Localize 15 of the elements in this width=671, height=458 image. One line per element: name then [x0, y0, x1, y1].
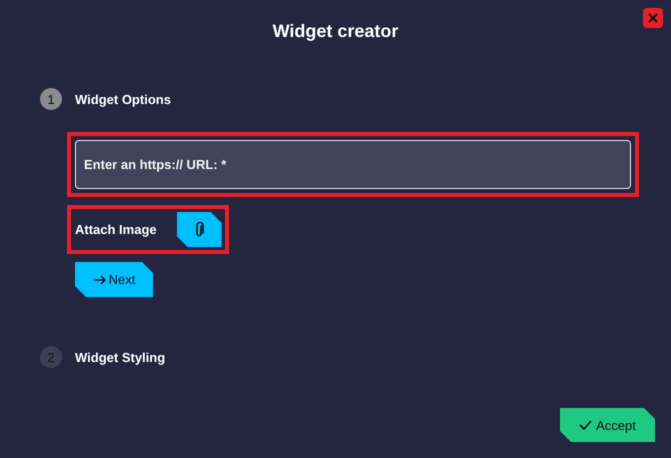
next-button[interactable]: Next — [75, 262, 153, 297]
accept-button[interactable]: Accept — [560, 408, 655, 442]
step-number: 2 — [40, 346, 62, 368]
arrow-right-icon — [92, 274, 106, 284]
paperclip-icon — [194, 222, 204, 238]
attach-image-label: Attach Image — [75, 222, 157, 237]
dialog-title: Widget creator — [272, 21, 400, 43]
close-button[interactable] — [643, 8, 663, 28]
step-number: 1 — [40, 88, 62, 110]
step-title: Widget Options — [75, 92, 171, 106]
checkmark-icon — [579, 420, 592, 430]
attach-button[interactable] — [176, 212, 222, 247]
url-field[interactable]: Enter an https:// URL: * — [75, 140, 631, 189]
step-title: Widget Styling — [75, 350, 166, 364]
close-icon — [648, 13, 658, 23]
